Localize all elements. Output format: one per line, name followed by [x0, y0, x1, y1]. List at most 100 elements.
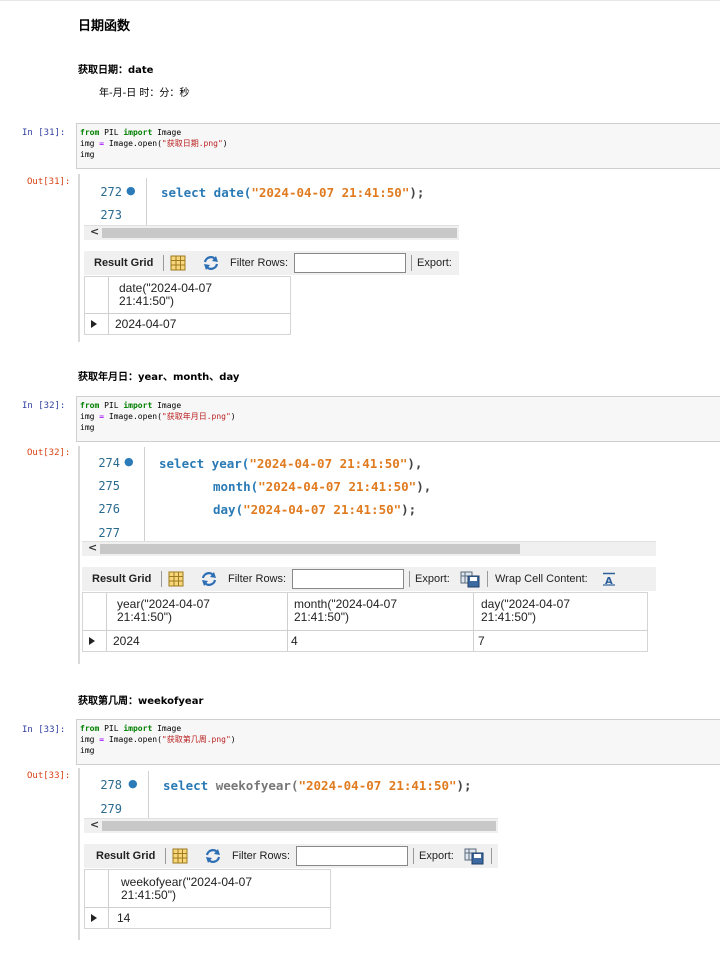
filter-rows-label: Filter Rows:: [232, 850, 291, 862]
code-text: Image: [152, 401, 182, 410]
section-heading-year-month-day: 获取年月日：year、month、day: [78, 372, 240, 383]
line-number: 278: [100, 778, 122, 792]
grid-cell[interactable]: 2024: [113, 635, 140, 648]
code-text: ): [222, 139, 228, 148]
sql-editor-image: 274 ● 275 276 277 select year("2024-04-0…: [82, 447, 520, 541]
toolbar-divider: [409, 571, 410, 587]
output-prompt-33: Out[33]:: [27, 771, 71, 781]
sql-text: );: [409, 185, 425, 200]
wrap-cell-content-label: Wrap Cell Content:: [495, 573, 588, 585]
wrap-text-icon[interactable]: A: [602, 572, 616, 586]
export-label[interactable]: Export:: [419, 850, 454, 862]
grid-column-divider: [108, 277, 109, 334]
code-text: img: [80, 412, 100, 421]
column-header-year[interactable]: year("2024-04-07 21:41:50"): [117, 598, 210, 624]
column-header-day[interactable]: day("2024-04-07 21:41:50"): [481, 598, 570, 624]
code-keyword: from: [80, 128, 100, 137]
row-pointer-icon: [89, 637, 95, 645]
horizontal-scrollbar[interactable]: <: [84, 818, 498, 833]
scroll-left-icon[interactable]: <: [90, 225, 99, 238]
sql-text: );: [401, 502, 417, 517]
toolbar-divider: [487, 571, 488, 587]
line-number: 272: [100, 185, 122, 199]
grid-cell[interactable]: 2024-04-07: [115, 318, 176, 331]
toolbar-divider: [413, 848, 414, 864]
export-label[interactable]: Export:: [415, 573, 450, 585]
code-keyword: import: [123, 128, 153, 137]
code-text: Image: [152, 724, 182, 733]
code-text: PIL: [99, 128, 124, 137]
output-collapse-bar[interactable]: [78, 174, 80, 342]
grid-icon[interactable]: [168, 571, 184, 587]
column-header[interactable]: date("2024-04-07 21:41:50"): [119, 282, 212, 308]
line-number: 275: [98, 479, 120, 493]
sql-string: "2024-04-07 21:41:50": [258, 479, 417, 494]
scroll-left-icon[interactable]: <: [88, 541, 97, 554]
scrollbar-thumb[interactable]: [100, 544, 520, 554]
code-text: Image: [152, 128, 182, 137]
result-grid-tab[interactable]: Result Grid: [96, 850, 155, 862]
sql-editor-image: 278 ● 279 select weekofyear("2024-04-07 …: [84, 771, 498, 818]
sql-text: );: [456, 778, 472, 793]
refresh-icon[interactable]: [202, 255, 220, 271]
grid-cell[interactable]: 4: [291, 635, 298, 648]
horizontal-scrollbar[interactable]: <: [84, 225, 459, 240]
line-number: 277: [98, 526, 120, 540]
grid-icon[interactable]: [170, 255, 186, 271]
code-cell-31[interactable]: from PIL import Image img = Image.open("…: [76, 123, 720, 169]
code-text: img: [80, 139, 100, 148]
grid-column-divider: [108, 870, 109, 928]
result-grid-tab[interactable]: Result Grid: [94, 257, 153, 269]
filter-rows-label: Filter Rows:: [228, 573, 287, 585]
toolbar-divider: [163, 255, 164, 271]
grid-cell[interactable]: 7: [478, 635, 485, 648]
result-grid: date("2024-04-07 21:41:50") 2024-04-07: [84, 276, 291, 335]
refresh-icon[interactable]: [204, 848, 222, 864]
scrollbar-thumb[interactable]: [102, 228, 457, 238]
column-header-line: 21:41:50"): [294, 610, 349, 624]
export-save-icon[interactable]: [464, 847, 484, 865]
refresh-icon[interactable]: [200, 571, 218, 587]
code-string: "获取第几周.png": [161, 735, 231, 744]
sql-string: "2024-04-07 21:41:50": [243, 502, 402, 517]
filter-rows-input[interactable]: [292, 569, 404, 589]
grid-icon[interactable]: [172, 848, 188, 864]
sql-keyword: select: [163, 778, 216, 793]
code-keyword: import: [123, 724, 153, 733]
code-cell-32[interactable]: from PIL import Image img = Image.open("…: [76, 396, 720, 442]
statement-dot-icon: ●: [124, 455, 134, 468]
output-collapse-bar[interactable]: [78, 768, 80, 940]
column-header[interactable]: weekofyear("2024-04-07 21:41:50"): [121, 876, 252, 902]
row-pointer-icon: [91, 914, 97, 922]
code-text: img: [80, 735, 100, 744]
output-collapse-bar[interactable]: [78, 446, 80, 664]
top-divider: [0, 0, 720, 1]
grid-cell[interactable]: 14: [117, 912, 130, 925]
result-toolbar: Result Grid Filter Rows: Export: Wrap Ce…: [82, 567, 656, 591]
gutter-divider: [146, 178, 147, 226]
result-toolbar: Result Grid Filter Rows: Export:: [84, 251, 459, 275]
sql-function: weekofyear(: [215, 778, 299, 793]
sql-text: ),: [407, 456, 423, 471]
filter-rows-input[interactable]: [296, 846, 408, 866]
result-grid-tab[interactable]: Result Grid: [92, 573, 151, 585]
scroll-left-icon[interactable]: <: [90, 818, 99, 831]
sql-keyword: day(: [213, 502, 244, 517]
column-header-month[interactable]: month("2024-04-07 21:41:50"): [294, 598, 397, 624]
scrollbar-thumb[interactable]: [102, 821, 496, 831]
result-grid: weekofyear("2024-04-07 21:41:50") 14: [84, 869, 331, 929]
statement-dot-icon: ●: [126, 184, 136, 197]
horizontal-scrollbar[interactable]: <: [82, 541, 656, 556]
sql-keyword: select date(: [161, 185, 252, 200]
code-text: PIL: [99, 724, 124, 733]
code-keyword: from: [80, 401, 100, 410]
sql-statement-line: select year("2024-04-07 21:41:50"),: [159, 456, 422, 471]
code-cell-33[interactable]: from PIL import Image img = Image.open("…: [76, 719, 720, 765]
output-prompt-31: Out[31]:: [27, 177, 71, 187]
toolbar-divider: [411, 255, 412, 271]
row-pointer-icon: [91, 320, 97, 328]
filter-rows-input[interactable]: [294, 253, 406, 273]
export-label[interactable]: Export:: [417, 257, 452, 269]
export-save-icon[interactable]: [460, 570, 480, 588]
code-text: Image.open(: [104, 412, 162, 421]
